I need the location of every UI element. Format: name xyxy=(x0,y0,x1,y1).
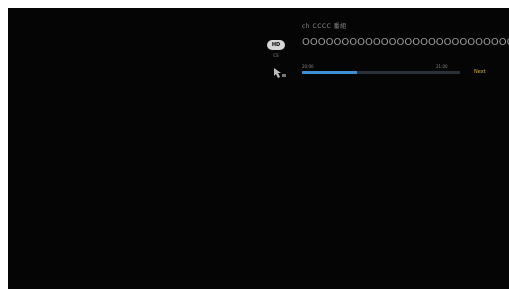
program-progress-bar xyxy=(302,71,460,74)
start-time: 20:00 xyxy=(302,64,314,69)
program-progress-fill xyxy=(302,71,358,74)
end-time: 21:00 xyxy=(436,64,448,69)
channel-info-text: ch CCCC 番組 xyxy=(302,23,347,30)
program-title: OOOOOOOOOOOOOOOOOOOOOOOOOOOOOOOOOOOOOOOO… xyxy=(302,37,509,48)
cursor-icon xyxy=(274,68,286,78)
badge-caption: CS xyxy=(273,53,279,58)
next-program-label[interactable]: Next xyxy=(474,69,486,75)
quality-badge: HD xyxy=(267,40,285,50)
tv-screen: ch CCCC 番組 HD CS OOOOOOOOOOOOOOOOOOOOOOO… xyxy=(8,8,509,289)
